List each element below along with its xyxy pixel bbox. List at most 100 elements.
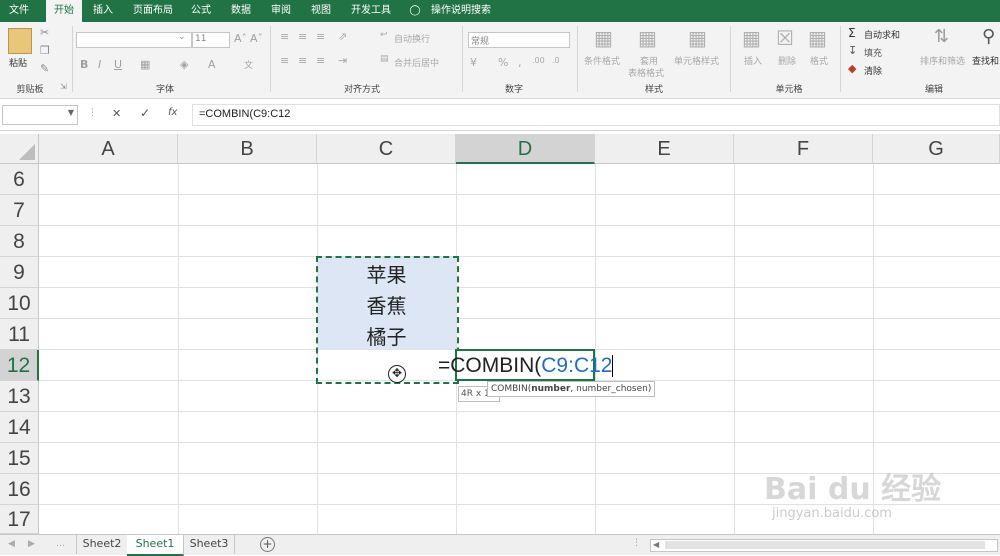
decrease-font-icon[interactable]: Aˇ <box>250 32 263 45</box>
tab-view[interactable]: 视图 <box>306 0 336 22</box>
cell-styles-icon[interactable]: ▦ <box>688 26 707 50</box>
tab-review[interactable]: 审阅 <box>266 0 296 22</box>
column-header-f[interactable]: F <box>734 134 873 164</box>
increase-font-icon[interactable]: Aˆ <box>234 32 247 45</box>
cell-editor[interactable]: =COMBIN(C9:C12 <box>438 354 614 378</box>
chevron-down-icon[interactable]: ⌄ <box>178 32 186 42</box>
merge-icon[interactable]: ▤ <box>380 54 389 64</box>
cell-c9[interactable]: 苹果 <box>317 259 456 288</box>
format-table-icon[interactable]: ▦ <box>638 26 657 50</box>
splitter-icon[interactable]: ⋮ <box>632 538 641 548</box>
row-header-10[interactable]: 10 <box>0 288 39 319</box>
enter-icon[interactable]: ✓ <box>140 106 150 120</box>
dialog-launcher-icon[interactable]: ⇲ <box>60 82 67 91</box>
fill-label[interactable]: 填充 <box>864 46 882 59</box>
orientation-icon[interactable]: ⇗ <box>338 30 347 43</box>
horizontal-scrollbar[interactable]: ◀ <box>650 539 998 552</box>
tab-page-layout[interactable]: 页面布局 <box>128 0 178 22</box>
chevron-down-icon[interactable]: ▼ <box>68 108 74 117</box>
fill-color-icon[interactable]: ◈ <box>180 58 188 71</box>
format-cells-icon[interactable]: ▦ <box>808 26 827 50</box>
delete-cells-icon[interactable]: ☒ <box>776 26 794 50</box>
tab-insert[interactable]: 插入 <box>88 0 118 22</box>
wrap-text-icon[interactable]: ↩ <box>380 30 388 40</box>
row-header-16[interactable]: 16 <box>0 474 39 505</box>
cell-c11[interactable]: 橘子 <box>317 321 456 350</box>
cell-c10[interactable]: 香蕉 <box>317 290 456 319</box>
tell-me-search[interactable]: 操作说明搜索 <box>430 0 492 22</box>
number-format-select[interactable]: 常规 <box>468 32 570 48</box>
add-sheet-button[interactable]: + <box>260 537 275 552</box>
column-header-e[interactable]: E <box>595 134 734 164</box>
insert-cells-icon[interactable]: ▦ <box>742 26 761 50</box>
scroll-left-icon[interactable]: ◀ <box>8 539 15 549</box>
currency-icon[interactable]: ¥ <box>470 56 477 69</box>
column-header-a[interactable]: A <box>39 134 178 164</box>
tab-file[interactable]: 文件 <box>2 0 36 22</box>
row-header-7[interactable]: 7 <box>0 195 39 226</box>
name-box[interactable]: ▼ <box>2 105 78 125</box>
bold-icon[interactable]: B <box>80 58 88 71</box>
font-name-select[interactable] <box>76 32 192 48</box>
row-header-8[interactable]: 8 <box>0 226 39 257</box>
font-color-icon[interactable]: A <box>208 58 216 71</box>
merge-center-label[interactable]: 合并后居中 <box>394 56 439 69</box>
delete-cells-label[interactable]: 删除 <box>778 54 796 67</box>
eraser-icon[interactable]: ◆ <box>848 62 856 75</box>
tab-home[interactable]: 开始 <box>46 0 82 22</box>
format-painter-icon[interactable]: ✎ <box>40 62 49 75</box>
row-header-14[interactable]: 14 <box>0 412 39 443</box>
conditional-format-label[interactable]: 条件格式 <box>584 54 620 67</box>
row-header-13[interactable]: 13 <box>0 381 39 412</box>
column-header-d[interactable]: D <box>456 134 595 164</box>
formula-input[interactable]: =COMBIN(C9:C12 <box>192 104 1000 126</box>
column-header-c[interactable]: C <box>317 134 456 164</box>
underline-icon[interactable]: U <box>114 58 122 71</box>
autosum-label[interactable]: 自动求和 <box>864 28 900 41</box>
comma-icon[interactable]: , <box>518 56 522 69</box>
scrollbar-thumb[interactable] <box>665 541 985 549</box>
more-sheets-icon[interactable]: … <box>56 539 65 549</box>
format-table-label-2[interactable]: 表格格式 <box>628 66 664 79</box>
align-top-icon[interactable]: ≡ <box>280 30 289 43</box>
row-header-11[interactable]: 11 <box>0 319 39 350</box>
decrease-decimal-icon[interactable]: .0 <box>552 56 560 65</box>
tab-data[interactable]: 数据 <box>226 0 256 22</box>
clear-label[interactable]: 清除 <box>864 64 882 77</box>
cell-styles-label[interactable]: 单元格样式 <box>674 54 719 67</box>
find-icon[interactable]: ⚲ <box>982 26 995 47</box>
cancel-icon[interactable]: ✕ <box>112 107 121 120</box>
scroll-right-icon[interactable]: ▶ <box>28 539 35 549</box>
copy-icon[interactable]: ❐ <box>40 44 50 57</box>
conditional-format-icon[interactable]: ▦ <box>594 26 613 50</box>
phonetic-icon[interactable]: 文 <box>244 58 253 71</box>
column-header-b[interactable]: B <box>178 134 317 164</box>
sheet-tab-sheet2[interactable]: Sheet2 <box>76 535 128 554</box>
autosum-icon[interactable]: Σ <box>848 26 856 40</box>
border-icon[interactable]: ▦ <box>140 58 150 71</box>
row-header-12[interactable]: 12 <box>0 350 39 381</box>
row-header-9[interactable]: 9 <box>0 257 39 288</box>
align-left-icon[interactable]: ≡ <box>280 54 289 67</box>
insert-cells-label[interactable]: 插入 <box>744 54 762 67</box>
align-middle-icon[interactable]: ≡ <box>298 30 307 43</box>
function-argument-tooltip[interactable]: COMBIN(number, number_chosen) <box>487 381 656 397</box>
sort-filter-label[interactable]: 排序和筛选 <box>920 54 965 67</box>
find-select-label[interactable]: 查找和 <box>972 54 999 67</box>
percent-icon[interactable]: % <box>498 56 508 69</box>
scroll-left-arrow-icon[interactable]: ◀ <box>653 540 659 549</box>
increase-decimal-icon[interactable]: .00 <box>532 56 545 65</box>
format-cells-label[interactable]: 格式 <box>810 54 828 67</box>
sort-filter-icon[interactable]: ⇅ <box>934 26 949 47</box>
align-bottom-icon[interactable]: ≡ <box>316 30 325 43</box>
fill-icon[interactable]: ↧ <box>848 44 857 57</box>
row-header-15[interactable]: 15 <box>0 443 39 474</box>
row-header-6[interactable]: 6 <box>0 164 39 195</box>
cut-icon[interactable]: ✂ <box>40 26 49 39</box>
drag-handle-icon[interactable]: ⋮ <box>88 108 97 118</box>
row-header-17[interactable]: 17 <box>0 505 39 534</box>
indent-icon[interactable]: ⇥ <box>338 54 347 67</box>
column-header-g[interactable]: G <box>873 134 1000 164</box>
select-all-button[interactable] <box>0 134 39 164</box>
tab-formulas[interactable]: 公式 <box>186 0 216 22</box>
